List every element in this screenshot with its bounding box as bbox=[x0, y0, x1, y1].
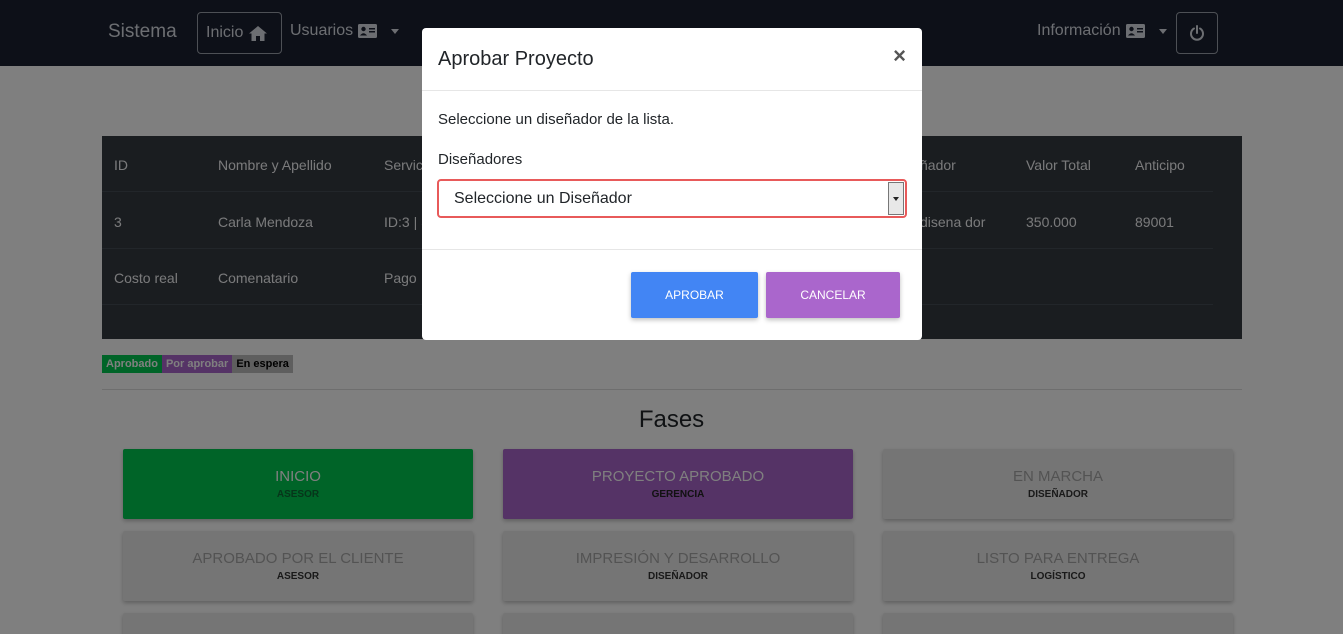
modal-header-divider bbox=[422, 90, 922, 91]
approve-button[interactable]: APROBAR bbox=[631, 272, 758, 318]
approve-project-modal: Aprobar Proyecto × Seleccione un diseñad… bbox=[422, 28, 922, 340]
modal-instructions: Seleccione un diseñador de la lista. bbox=[438, 111, 674, 128]
cancel-button[interactable]: CANCELAR bbox=[766, 272, 900, 318]
designer-select[interactable]: Seleccione un Diseñador bbox=[437, 179, 907, 218]
designer-select-value: Seleccione un Diseñador bbox=[454, 190, 632, 207]
close-icon[interactable]: × bbox=[893, 45, 906, 67]
modal-footer-divider bbox=[422, 249, 922, 250]
chevron-down-icon bbox=[888, 182, 904, 215]
modal-title: Aprobar Proyecto bbox=[438, 48, 594, 70]
designer-select-label: Diseñadores bbox=[438, 151, 523, 168]
